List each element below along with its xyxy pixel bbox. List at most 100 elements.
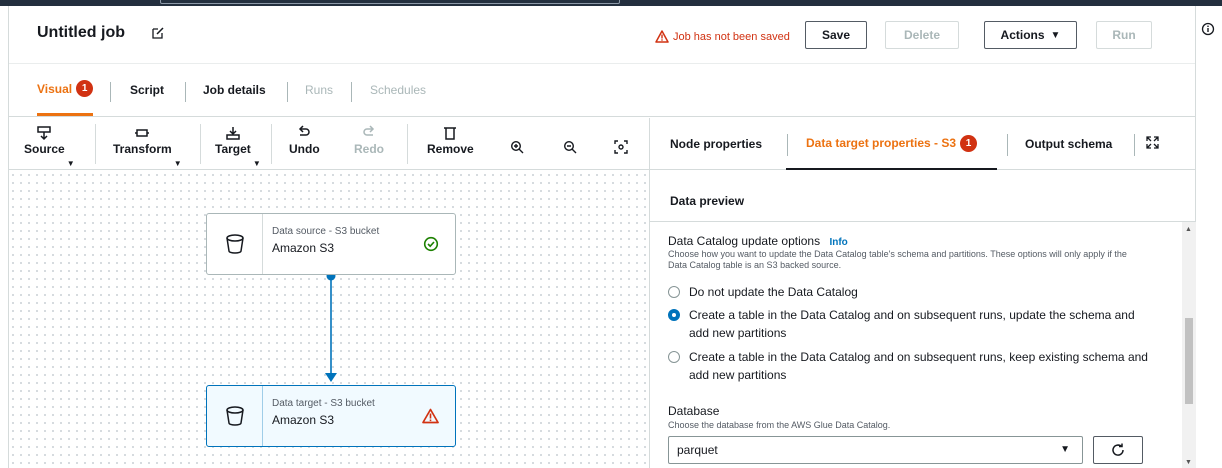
glue-studio-job-editor: Untitled job Job has not been saved Save… (8, 6, 1196, 468)
warning-icon (655, 30, 669, 43)
expand-icon[interactable] (1146, 136, 1159, 154)
panel-form-content: Data Catalog update options Info Choose … (650, 222, 1182, 468)
caret-down-icon: ▼ (252, 159, 261, 168)
console-search-bar[interactable] (160, 0, 620, 4)
tab-output-schema[interactable]: Output schema (1025, 118, 1112, 170)
data-preview-section[interactable]: Data preview (650, 170, 1196, 222)
radio-button[interactable] (668, 286, 680, 298)
database-title: Database (668, 404, 720, 418)
panel-tabs: Node properties Data target properties -… (650, 118, 1196, 170)
catalog-update-description: Choose how you want to update the Data C… (668, 249, 1127, 270)
radio-label: Create a table in the Data Catalog and o… (689, 308, 1135, 340)
check-circle-icon (423, 236, 439, 257)
source-node[interactable]: Data source - S3 bucket Amazon S3 (206, 213, 456, 275)
tab-output-schema-label: Output schema (1025, 137, 1113, 151)
undo-icon (296, 124, 312, 142)
radio-create-keep-schema[interactable]: Create a table in the Data Catalog and o… (668, 348, 1148, 384)
job-header: Untitled job Job has not been saved Save… (9, 6, 1195, 64)
actions-label: Actions (1000, 28, 1045, 42)
tab-script[interactable]: Script (130, 64, 164, 116)
tab-runs-label: Runs (305, 83, 334, 97)
transform-button[interactable]: Transform ▼ (113, 124, 182, 168)
toolbar-divider (407, 124, 408, 164)
remove-button[interactable]: Remove (427, 124, 474, 166)
caret-down-icon: ▼ (1060, 444, 1070, 455)
radio-button[interactable] (668, 351, 680, 363)
info-circle-icon[interactable] (1201, 22, 1215, 41)
target-button[interactable]: Target ▼ (215, 124, 261, 168)
source-icon (36, 124, 52, 142)
undo-button[interactable]: Undo (289, 124, 320, 166)
target-node[interactable]: Data target - S3 bucket Amazon S3 (206, 385, 456, 447)
source-node-name: Amazon S3 (272, 241, 335, 255)
fit-screen-icon (614, 138, 628, 156)
zoom-in-icon (510, 138, 524, 156)
radio-create-update-schema[interactable]: Create a table in the Data Catalog and o… (668, 306, 1148, 342)
target-label: Target (215, 142, 251, 156)
target-icon (225, 124, 241, 142)
delete-button[interactable]: Delete (885, 21, 959, 49)
tab-divider (1134, 134, 1135, 156)
source-label: Source (24, 142, 65, 156)
source-node-type: Data source - S3 bucket (272, 226, 380, 237)
scroll-up-icon[interactable]: ▲ (1185, 226, 1192, 233)
tab-script-label: Script (130, 83, 165, 97)
tab-node-properties-label: Node properties (670, 137, 763, 151)
caret-down-icon: ▼ (1050, 29, 1061, 41)
job-graph-canvas[interactable]: Data source - S3 bucket Amazon S3 Data t… (9, 171, 649, 468)
tab-schedules-label: Schedules (370, 83, 427, 97)
panel-scrollbar[interactable]: ▲ ▼ (1182, 222, 1196, 468)
run-button[interactable]: Run (1096, 21, 1152, 49)
save-button[interactable]: Save (805, 21, 867, 49)
redo-button[interactable]: Redo (354, 124, 384, 166)
zoom-out-icon (563, 138, 577, 156)
job-tabs: Visual 1 Script Job details Runs Schedul… (9, 64, 1195, 117)
tab-divider (351, 82, 352, 102)
target-node-type: Data target - S3 bucket (272, 398, 375, 409)
radio-button-selected[interactable] (668, 309, 680, 321)
unsaved-warning-text: Job has not been saved (673, 30, 790, 43)
tab-schedules[interactable]: Schedules (370, 64, 426, 116)
tab-divider (287, 82, 288, 102)
caret-down-icon: ▼ (173, 159, 182, 168)
warning-icon (422, 408, 439, 429)
actions-dropdown-button[interactable]: Actions ▼ (984, 21, 1077, 49)
scroll-down-icon[interactable]: ▼ (1185, 459, 1192, 466)
unsaved-warning: Job has not been saved (655, 30, 790, 43)
tab-job-details-label: Job details (203, 83, 266, 97)
toolbar-divider (271, 124, 272, 164)
tab-divider (1007, 134, 1008, 156)
toolbar-divider (200, 124, 201, 164)
catalog-update-title: Data Catalog update options Info (668, 234, 848, 248)
database-select-value: parquet (677, 443, 718, 457)
database-select[interactable]: parquet ▼ (668, 436, 1083, 464)
caret-down-icon: ▼ (66, 159, 75, 168)
radio-label: Do not update the Data Catalog (689, 285, 858, 299)
scrollbar-thumb[interactable] (1185, 318, 1193, 404)
tab-visual-badge: 1 (76, 80, 94, 97)
undo-label: Undo (289, 142, 320, 156)
remove-label: Remove (427, 142, 474, 156)
trash-icon (442, 124, 458, 142)
tab-data-target-properties[interactable]: Data target properties - S3 1 (786, 118, 998, 170)
info-link[interactable]: Info (829, 237, 847, 248)
tab-job-details[interactable]: Job details (203, 64, 266, 116)
radio-do-not-update[interactable]: Do not update the Data Catalog (668, 283, 858, 301)
tab-node-properties[interactable]: Node properties (670, 118, 762, 170)
redo-label: Redo (354, 142, 384, 156)
canvas-toolbar: Source ▼ Transform ▼ Target ▼ Undo Redo … (9, 118, 649, 170)
tab-runs[interactable]: Runs (305, 64, 333, 116)
tab-divider (185, 82, 186, 102)
tab-data-target-label: Data target properties - S3 (806, 136, 957, 150)
tab-visual[interactable]: Visual 1 (37, 64, 94, 116)
edit-icon[interactable] (151, 26, 167, 42)
refresh-button[interactable] (1093, 436, 1143, 464)
s3-bucket-icon (207, 386, 263, 446)
transform-label: Transform (113, 142, 172, 156)
redo-icon (361, 124, 377, 142)
source-button[interactable]: Source ▼ (24, 124, 75, 168)
database-description: Choose the database from the AWS Glue Da… (668, 420, 891, 430)
data-preview-label: Data preview (670, 194, 745, 208)
s3-bucket-icon (207, 214, 263, 274)
tab-data-target-badge: 1 (960, 134, 978, 152)
